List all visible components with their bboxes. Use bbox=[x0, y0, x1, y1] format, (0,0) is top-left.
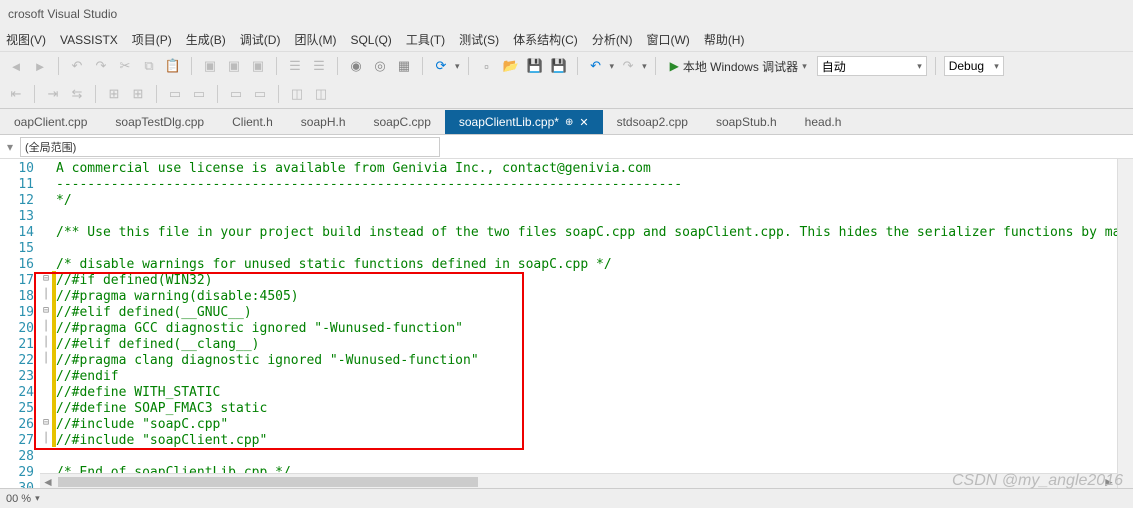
save-all-icon[interactable]: 💾 bbox=[549, 56, 569, 76]
fold-column[interactable]: ⊟│⊟│││⊟│ bbox=[40, 159, 52, 489]
tool-icon[interactable]: ◫ bbox=[287, 84, 307, 104]
tab[interactable]: soapTestDlg.cpp bbox=[101, 110, 218, 134]
menu-tools[interactable]: 工具(T) bbox=[406, 31, 445, 48]
scroll-left-icon[interactable]: ◄ bbox=[40, 475, 56, 489]
code-editor[interactable]: 1011121314151617181920212223242526272829… bbox=[0, 159, 1133, 489]
save-icon[interactable]: 💾 bbox=[525, 56, 545, 76]
menu-analyze[interactable]: 分析(N) bbox=[592, 31, 633, 48]
tool-icon[interactable]: ⊞ bbox=[128, 84, 148, 104]
nav-fwd-icon[interactable]: ► bbox=[30, 56, 50, 76]
line-gutter: 1011121314151617181920212223242526272829… bbox=[0, 159, 40, 489]
vertical-scrollbar[interactable] bbox=[1117, 159, 1133, 489]
menu-help[interactable]: 帮助(H) bbox=[704, 31, 745, 48]
tool-icon[interactable]: ▣ bbox=[224, 56, 244, 76]
config-dropdown[interactable]: 自动 ▾ bbox=[817, 56, 927, 76]
undo-icon[interactable]: ↶ bbox=[67, 56, 87, 76]
tab[interactable]: soapClientLib.cpp*⊕✕ bbox=[445, 110, 603, 134]
zoom-level[interactable]: 00 % bbox=[6, 493, 31, 505]
pin-icon[interactable]: ⊕ bbox=[565, 117, 573, 128]
menu-window[interactable]: 窗口(W) bbox=[646, 31, 689, 48]
tool-icon[interactable]: ▣ bbox=[200, 56, 220, 76]
tool-icon[interactable]: ▣ bbox=[248, 56, 268, 76]
tab[interactable]: soapH.h bbox=[287, 110, 360, 134]
code-area[interactable]: A commercial use license is available fr… bbox=[56, 159, 1133, 489]
scope-dropdown[interactable]: (全局范围) bbox=[20, 137, 440, 157]
menu-arch[interactable]: 体系结构(C) bbox=[513, 31, 578, 48]
menu-build[interactable]: 生成(B) bbox=[186, 31, 226, 48]
tool-icon[interactable]: ◫ bbox=[311, 84, 331, 104]
redo-icon[interactable]: ↷ bbox=[91, 56, 111, 76]
paste-icon[interactable]: 📋 bbox=[163, 56, 183, 76]
tool-icon[interactable]: ☰ bbox=[309, 56, 329, 76]
indent-icon[interactable]: ⇤ bbox=[6, 84, 26, 104]
undo2-icon[interactable]: ↶ bbox=[586, 56, 606, 76]
window-title: crosoft Visual Studio bbox=[8, 7, 117, 21]
tab[interactable]: oapClient.cpp bbox=[0, 110, 101, 134]
scroll-right-icon[interactable]: ► bbox=[1101, 475, 1117, 489]
menu-vassist[interactable]: VASSISTX bbox=[60, 33, 118, 47]
new-icon[interactable]: ▫ bbox=[477, 56, 497, 76]
tool-icon[interactable]: ▭ bbox=[226, 84, 246, 104]
outdent-icon[interactable]: ⇥ bbox=[43, 84, 63, 104]
toolbars: ◄ ► ↶ ↷ ✂ ⧉ 📋 ▣ ▣ ▣ ☰ ☰ ◉ ◎ ▦ ⟳ ▾ ▫ 📂 💾 … bbox=[0, 52, 1133, 109]
nav-back-icon[interactable]: ◄ bbox=[6, 56, 26, 76]
menu-debug[interactable]: 调试(D) bbox=[240, 31, 281, 48]
tab[interactable]: stdsoap2.cpp bbox=[603, 110, 702, 134]
horizontal-scrollbar[interactable]: ◄ ► bbox=[40, 473, 1117, 489]
run-button[interactable]: ▶ 本地 Windows 调试器 ▾ bbox=[664, 56, 813, 77]
tool-icon[interactable]: ◎ bbox=[370, 56, 390, 76]
nav-drop-icon[interactable]: ▾ bbox=[0, 137, 20, 157]
tool-icon[interactable]: ▭ bbox=[250, 84, 270, 104]
menu-view[interactable]: 视图(V) bbox=[6, 31, 46, 48]
tool-icon[interactable]: ⇆ bbox=[67, 84, 87, 104]
tab[interactable]: head.h bbox=[791, 110, 856, 134]
redo2-icon[interactable]: ↷ bbox=[618, 56, 638, 76]
nav-bar: ▾ (全局范围) bbox=[0, 135, 1133, 159]
build-config-dropdown[interactable]: Debug ▾ bbox=[944, 56, 1004, 76]
tool-icon[interactable]: ☰ bbox=[285, 56, 305, 76]
status-bar: 00 % ▾ bbox=[0, 488, 1133, 508]
menu-sql[interactable]: SQL(Q) bbox=[350, 33, 391, 47]
tool-icon[interactable]: ▭ bbox=[165, 84, 185, 104]
title-bar: crosoft Visual Studio bbox=[0, 0, 1133, 28]
cut-icon[interactable]: ✂ bbox=[115, 56, 135, 76]
open-icon[interactable]: 📂 bbox=[501, 56, 521, 76]
copy-icon[interactable]: ⧉ bbox=[139, 56, 159, 76]
tool-icon[interactable]: ◉ bbox=[346, 56, 366, 76]
tab[interactable]: Client.h bbox=[218, 110, 287, 134]
tool-icon[interactable]: ▭ bbox=[189, 84, 209, 104]
tab-bar: oapClient.cppsoapTestDlg.cppClient.hsoap… bbox=[0, 109, 1133, 135]
tab[interactable]: soapStub.h bbox=[702, 110, 791, 134]
play-icon: ▶ bbox=[670, 59, 679, 73]
tool-icon[interactable]: ▦ bbox=[394, 56, 414, 76]
refresh-icon[interactable]: ⟳ bbox=[431, 56, 451, 76]
tool-icon[interactable]: ⊞ bbox=[104, 84, 124, 104]
menu-team[interactable]: 团队(M) bbox=[294, 31, 336, 48]
menu-bar: 视图(V) VASSISTX 项目(P) 生成(B) 调试(D) 团队(M) S… bbox=[0, 28, 1133, 52]
tab[interactable]: soapC.cpp bbox=[360, 110, 445, 134]
menu-test[interactable]: 测试(S) bbox=[459, 31, 499, 48]
scroll-thumb[interactable] bbox=[58, 477, 478, 487]
menu-project[interactable]: 项目(P) bbox=[132, 31, 172, 48]
close-icon[interactable]: ✕ bbox=[579, 116, 588, 129]
